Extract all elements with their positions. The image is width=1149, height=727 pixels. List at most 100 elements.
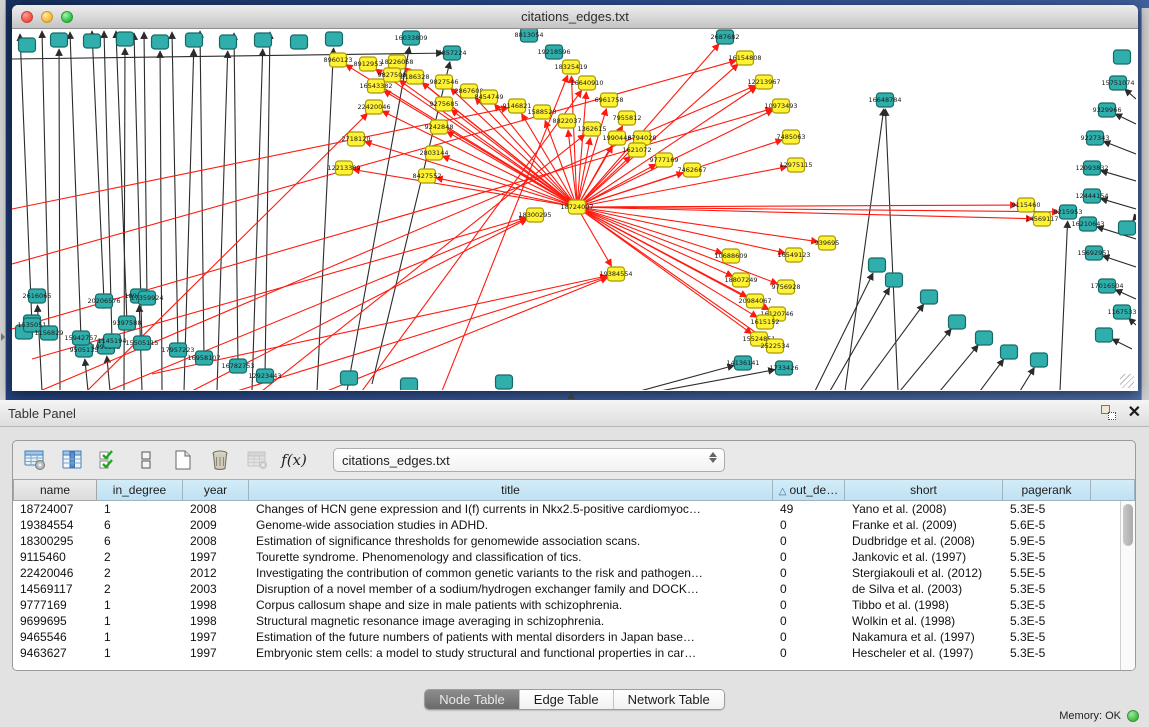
graph-node[interactable]: 18226058: [380, 55, 413, 69]
graph-node[interactable]: 8186328: [401, 70, 430, 84]
graph-node[interactable]: [1114, 50, 1131, 64]
cell-name[interactable]: 14569117: [13, 581, 97, 597]
left-panel-edge[interactable]: [0, 0, 6, 400]
cell-short[interactable]: Tibbo et al. (1998): [845, 597, 1003, 613]
graph-node[interactable]: 20984067: [738, 294, 771, 308]
graph-node[interactable]: 22420046: [357, 100, 390, 114]
cell-pagerank[interactable]: 5.5E-5: [1003, 565, 1091, 581]
cell-year[interactable]: 1998: [183, 613, 249, 629]
cell-out_de[interactable]: 0: [773, 629, 845, 645]
cell-short[interactable]: de Silva et al. (2003): [845, 581, 1003, 597]
cell-short[interactable]: Franke et al. (2009): [845, 517, 1003, 533]
graph-node[interactable]: 7955812: [613, 111, 642, 125]
table-row[interactable]: 1938455462009Genome-wide association stu…: [13, 517, 1135, 533]
graph-node[interactable]: 19218596: [537, 45, 570, 59]
cell-pagerank[interactable]: 5.9E-5: [1003, 533, 1091, 549]
graph-node[interactable]: 16210643: [1071, 217, 1104, 231]
cell-name[interactable]: 18300295: [13, 533, 97, 549]
graph-node[interactable]: [496, 375, 513, 389]
cell-out_de[interactable]: 0: [773, 597, 845, 613]
cell-in_degree[interactable]: 2: [97, 549, 183, 565]
graph-node[interactable]: 16154808: [728, 51, 761, 65]
cell-year[interactable]: 1997: [183, 645, 249, 661]
graph-node[interactable]: 8813054: [515, 29, 544, 42]
graph-node[interactable]: [341, 371, 358, 385]
graph-node[interactable]: 1621072: [623, 143, 652, 157]
graph-node[interactable]: [921, 290, 938, 304]
table-row[interactable]: 977716911998Corpus callosum shape and si…: [13, 597, 1135, 613]
graph-node[interactable]: 9242848: [425, 120, 454, 134]
graph-node[interactable]: [1031, 353, 1048, 367]
column-header-title[interactable]: title: [249, 479, 773, 501]
cell-title[interactable]: Estimation of significance thresholds fo…: [249, 533, 773, 549]
cell-in_degree[interactable]: 6: [97, 533, 183, 549]
graph-node[interactable]: 7857224: [438, 46, 467, 60]
function-builder-icon[interactable]: f(x): [282, 448, 306, 472]
cell-in_degree[interactable]: 1: [97, 597, 183, 613]
cell-title[interactable]: Changes of HCN gene expression and I(f) …: [249, 501, 773, 517]
graph-node[interactable]: 12923443: [248, 369, 281, 383]
tab-node-table[interactable]: Node Table: [425, 690, 519, 709]
cell-year[interactable]: 2012: [183, 565, 249, 581]
graph-node[interactable]: 16549123: [777, 248, 810, 262]
cell-short[interactable]: Dudbridge et al. (2008): [845, 533, 1003, 549]
cell-year[interactable]: 2008: [183, 533, 249, 549]
graph-node[interactable]: 2522534: [761, 339, 790, 353]
cell-title[interactable]: Embryonic stem cells: a model to study s…: [249, 645, 773, 661]
graph-node[interactable]: 18325419: [554, 60, 587, 74]
graph-node[interactable]: 10973493: [764, 99, 797, 113]
cell-pagerank[interactable]: 5.6E-5: [1003, 517, 1091, 533]
graph-node[interactable]: 15692951: [1077, 246, 1110, 260]
graph-node[interactable]: [19, 38, 36, 52]
graph-node[interactable]: [291, 35, 308, 49]
network-canvas[interactable]: 1872400718300295896012389129531822605898…: [12, 29, 1136, 390]
graph-node[interactable]: [949, 315, 966, 329]
memory-status-icon[interactable]: [1127, 710, 1139, 722]
graph-node[interactable]: 16782753: [221, 359, 254, 373]
cell-short[interactable]: Hescheler et al. (1997): [845, 645, 1003, 661]
cell-name[interactable]: 9465546: [13, 629, 97, 645]
table-row[interactable]: 1830029562008Estimation of significance …: [13, 533, 1135, 549]
cell-out_de[interactable]: 0: [773, 581, 845, 597]
cell-in_degree[interactable]: 6: [97, 517, 183, 533]
cell-name[interactable]: 18724007: [13, 501, 97, 517]
cell-in_degree[interactable]: 2: [97, 565, 183, 581]
graph-node[interactable]: 939695: [815, 236, 840, 250]
cell-year[interactable]: 1997: [183, 629, 249, 645]
graph-node[interactable]: [1119, 221, 1136, 235]
graph-node[interactable]: 8960123: [324, 53, 353, 67]
cell-title[interactable]: Structural magnetic resonance image aver…: [249, 613, 773, 629]
column-header-pagerank[interactable]: pagerank: [1003, 479, 1091, 501]
cell-short[interactable]: Wolkin et al. (1998): [845, 613, 1003, 629]
graph-node[interactable]: 7485063: [777, 130, 806, 144]
cell-name[interactable]: 22420046: [13, 565, 97, 581]
panel-collapse-icon[interactable]: [1, 333, 5, 341]
cell-in_degree[interactable]: 2: [97, 581, 183, 597]
row-height-icon[interactable]: [134, 448, 158, 472]
graph-node[interactable]: [326, 32, 343, 46]
graph-node[interactable]: 16640910: [570, 76, 603, 90]
graph-node[interactable]: [152, 35, 169, 49]
graph-node[interactable]: 2718120: [342, 132, 371, 146]
column-header-name[interactable]: name: [13, 479, 97, 501]
cell-short[interactable]: Stergiakouli et al. (2012): [845, 565, 1003, 581]
cell-short[interactable]: Nakamura et al. (1997): [845, 629, 1003, 645]
cell-in_degree[interactable]: 1: [97, 613, 183, 629]
network-table-select[interactable]: citations_edges.txt: [333, 448, 725, 472]
right-panel-edge[interactable]: [1141, 8, 1149, 400]
cell-pagerank[interactable]: 5.3E-5: [1003, 581, 1091, 597]
cell-out_de[interactable]: 0: [773, 517, 845, 533]
cell-pagerank[interactable]: 5.3E-5: [1003, 629, 1091, 645]
graph-node[interactable]: 16958107: [187, 351, 220, 365]
table-row[interactable]: 969969511998Structural magnetic resonanc…: [13, 613, 1135, 629]
graph-node[interactable]: 9115460: [1012, 198, 1041, 212]
graph-node[interactable]: 2616065: [23, 289, 52, 303]
cell-pagerank[interactable]: 5.3E-5: [1003, 645, 1091, 661]
cell-year[interactable]: 2003: [183, 581, 249, 597]
cell-short[interactable]: Jankovic et al. (1997): [845, 549, 1003, 565]
graph-node[interactable]: [886, 273, 903, 287]
cell-title[interactable]: Estimation of the future numbers of pati…: [249, 629, 773, 645]
graph-node[interactable]: [84, 34, 101, 48]
column-header-in_degree[interactable]: in_degree: [97, 479, 183, 501]
graph-node[interactable]: [117, 32, 134, 46]
